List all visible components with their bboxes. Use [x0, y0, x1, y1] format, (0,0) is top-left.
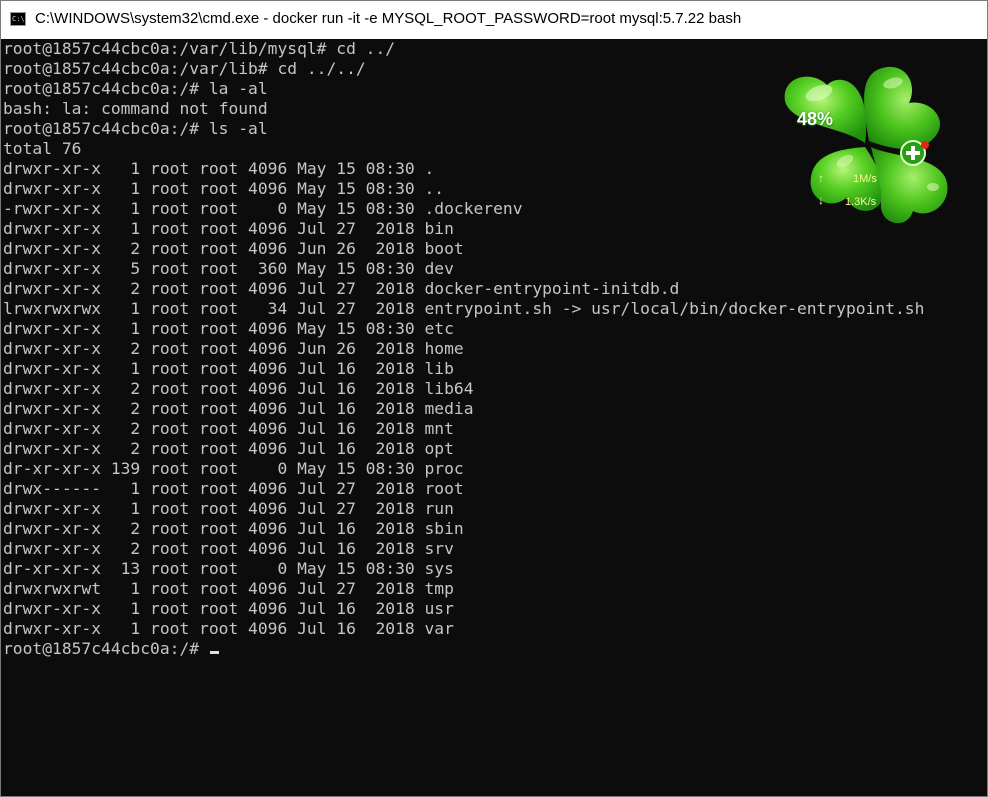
terminal-line: drwxr-xr-x 2 root root 4096 Jul 16 2018 …	[3, 419, 454, 438]
terminal-line: drwxr-xr-x 2 root root 4096 Jul 27 2018 …	[3, 279, 680, 298]
cmd-app-icon[interactable]: C:\	[10, 12, 26, 26]
terminal-line: drwxr-xr-x 2 root root 4096 Jul 16 2018 …	[3, 399, 474, 418]
title-bar[interactable]: C:\ C:\WINDOWS\system32\cmd.exe - docker…	[1, 1, 987, 39]
prompt-line[interactable]: root@1857c44cbc0a:/#	[3, 639, 987, 659]
terminal-line: drwxr-xr-x 1 root root 4096 Jul 16 2018 …	[3, 619, 454, 638]
terminal-line: root@1857c44cbc0a:/var/lib/mysql# cd ../	[3, 39, 396, 58]
cpu-percent: 48%	[797, 109, 834, 129]
terminal-line: drwxrwxrwt 1 root root 4096 Jul 27 2018 …	[3, 579, 454, 598]
cmd-window: C:\ C:\WINDOWS\system32\cmd.exe - docker…	[0, 0, 988, 797]
terminal-line: drwxr-xr-x 1 root root 4096 Jul 16 2018 …	[3, 599, 454, 618]
download-arrow-icon: ↓	[818, 193, 824, 207]
terminal-line: drwxr-xr-x 1 root root 4096 Jul 16 2018 …	[3, 359, 454, 378]
upload-arrow-icon: ↑	[818, 171, 824, 185]
terminal-line: drwxr-xr-x 2 root root 4096 Jul 16 2018 …	[3, 519, 464, 538]
terminal-line: drwxr-xr-x 2 root root 4096 Jul 16 2018 …	[3, 379, 474, 398]
prompt-text: root@1857c44cbc0a:/#	[3, 639, 209, 658]
terminal-line: drwx------ 1 root root 4096 Jul 27 2018 …	[3, 479, 464, 498]
terminal-line: dr-xr-xr-x 13 root root 0 May 15 08:30 s…	[3, 559, 454, 578]
window-title: C:\WINDOWS\system32\cmd.exe - docker run…	[35, 10, 742, 27]
text-cursor	[209, 651, 219, 654]
upload-speed: 1M/s	[853, 173, 877, 185]
terminal-line: drwxr-xr-x 5 root root 360 May 15 08:30 …	[3, 259, 454, 278]
terminal-line: lrwxrwxrwx 1 root root 34 Jul 27 2018 en…	[3, 299, 925, 318]
download-speed: 1.3K/s	[845, 196, 877, 208]
network-monitor-widget[interactable]: 48% ↑ 1M/s ↓ 1.3K/s	[783, 65, 955, 231]
terminal-line: dr-xr-xr-x 139 root root 0 May 15 08:30 …	[3, 459, 464, 478]
terminal-line: drwxr-xr-x 1 root root 4096 Jul 27 2018 …	[3, 499, 454, 518]
terminal-line: drwxr-xr-x 2 root root 4096 Jun 26 2018 …	[3, 239, 464, 258]
terminal-line: drwxr-xr-x 2 root root 4096 Jun 26 2018 …	[3, 339, 464, 358]
terminal-line: drwxr-xr-x 1 root root 4096 May 15 08:30…	[3, 319, 454, 338]
terminal-line: drwxr-xr-x 2 root root 4096 Jul 16 2018 …	[3, 439, 454, 458]
terminal-line: drwxr-xr-x 2 root root 4096 Jul 16 2018 …	[3, 539, 454, 558]
